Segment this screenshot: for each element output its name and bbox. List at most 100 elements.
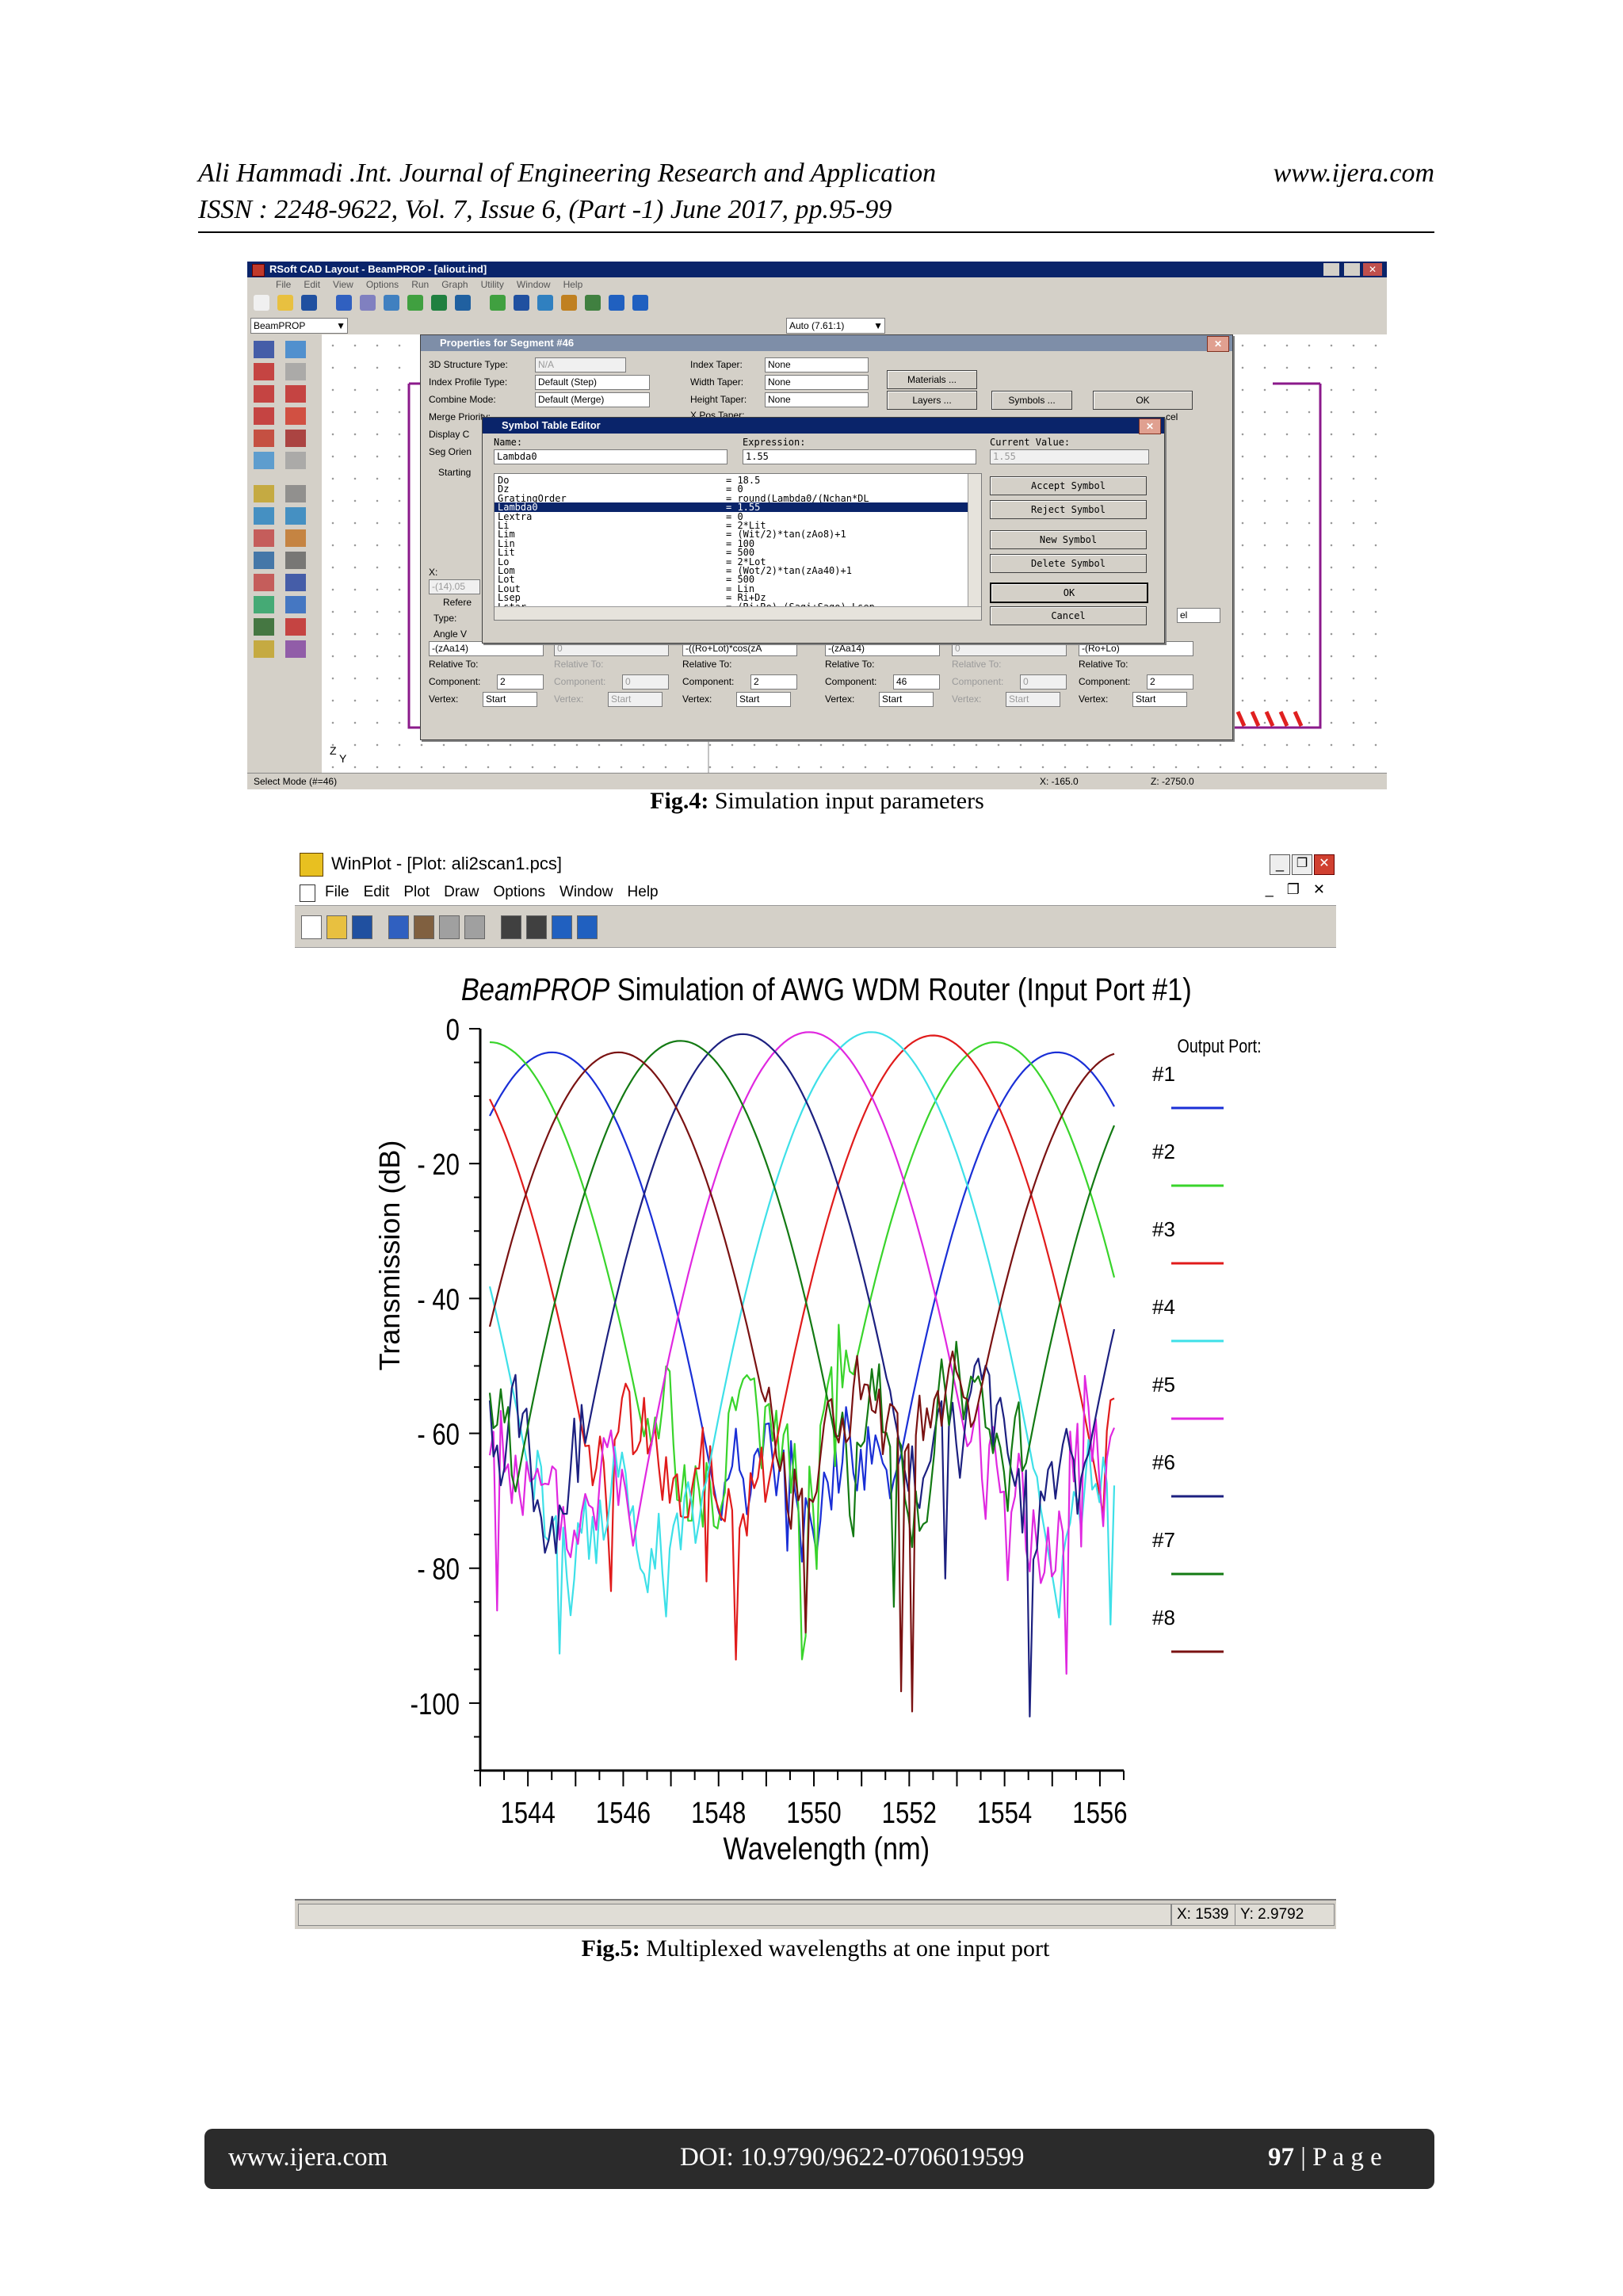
toolbar-button-icon[interactable]	[277, 295, 293, 311]
palette-tool-icon[interactable]	[285, 385, 306, 403]
structure-type-select[interactable]: N/A	[535, 357, 626, 372]
palette-tool-icon[interactable]	[285, 485, 306, 502]
symbol-list[interactable]: Do = 18.5 Dz = 0 GratingOrder = round(Lambda0…	[494, 473, 982, 621]
toolbar-button-icon[interactable]	[585, 295, 601, 311]
toolbar-button-icon[interactable]	[352, 915, 372, 939]
mdi-controls[interactable]: _ ❐ ✕	[1266, 881, 1330, 898]
layers-button[interactable]: Layers ...	[887, 391, 977, 410]
menu-options[interactable]: Options	[366, 279, 399, 290]
palette-tool-icon[interactable]	[254, 485, 274, 502]
toolbar-button-icon[interactable]	[464, 915, 485, 939]
horizontal-scrollbar[interactable]	[495, 606, 981, 620]
toolbar-button-icon[interactable]	[537, 295, 553, 311]
palette-tool-icon[interactable]	[254, 407, 274, 425]
toolbar-button-icon[interactable]	[384, 295, 399, 311]
component-input[interactable]: 2	[1147, 674, 1193, 690]
menu-file[interactable]: File	[276, 279, 291, 290]
toolbar-button-icon[interactable]	[609, 295, 624, 311]
component-input[interactable]: 0	[622, 674, 669, 690]
vertex-select[interactable]: Start	[608, 692, 663, 707]
palette-tool-icon[interactable]	[285, 618, 306, 636]
menu-graph[interactable]: Graph	[441, 279, 468, 290]
toolbar-button-icon[interactable]	[254, 295, 269, 311]
component-input[interactable]: 2	[750, 674, 797, 690]
expression-input[interactable]: 1.55	[743, 449, 976, 464]
width-taper-select[interactable]: None	[765, 375, 869, 390]
program-select[interactable]: BeamPROP ▼	[250, 318, 348, 334]
palette-tool-icon[interactable]	[254, 640, 274, 658]
toolbar-button-icon[interactable]	[439, 915, 460, 939]
reference-select[interactable]: el	[1177, 608, 1220, 623]
menu-plot[interactable]: Plot	[403, 884, 430, 900]
palette-tool-icon[interactable]	[285, 341, 306, 358]
close-icon[interactable]: ✕	[1314, 854, 1335, 875]
palette-tool-icon[interactable]	[285, 552, 306, 569]
palette-tool-icon[interactable]	[254, 341, 274, 358]
palette-tool-icon[interactable]	[285, 640, 306, 658]
reject-symbol-button[interactable]: Reject Symbol	[990, 500, 1147, 519]
menu-utility[interactable]: Utility	[481, 279, 504, 290]
palette-tool-icon[interactable]	[285, 363, 306, 380]
name-input[interactable]: Lambda0	[494, 449, 727, 464]
palette-tool-icon[interactable]	[285, 507, 306, 525]
symbols-button[interactable]: Symbols ...	[991, 391, 1072, 410]
new-symbol-button[interactable]: New Symbol	[990, 530, 1147, 549]
toolbar-button-icon[interactable]	[561, 295, 577, 311]
minimize-icon[interactable]	[1323, 263, 1339, 276]
menu-view[interactable]: View	[333, 279, 353, 290]
palette-tool-icon[interactable]	[254, 385, 274, 403]
symbol-cancel-button[interactable]: Cancel	[990, 606, 1147, 625]
palette-tool-icon[interactable]	[254, 507, 274, 525]
palette-tool-icon[interactable]	[285, 596, 306, 613]
symbol-ok-button[interactable]: OK	[990, 583, 1148, 603]
maximize-icon[interactable]	[1344, 263, 1360, 276]
height-taper-select[interactable]: None	[765, 392, 869, 407]
toolbar-button-icon[interactable]	[360, 295, 376, 311]
component-input[interactable]: 0	[1020, 674, 1067, 690]
palette-tool-icon[interactable]	[254, 596, 274, 613]
menu-edit[interactable]: Edit	[364, 884, 390, 900]
close-icon[interactable]: ✕	[1207, 336, 1229, 352]
menu-window[interactable]: Window	[517, 279, 551, 290]
palette-tool-icon[interactable]	[254, 552, 274, 569]
profile-type-select[interactable]: Default (Step)	[535, 375, 650, 390]
restore-icon[interactable]: ❐	[1292, 854, 1312, 875]
toolbar-button-icon[interactable]	[388, 915, 409, 939]
accept-symbol-button[interactable]: Accept Symbol	[990, 476, 1147, 495]
palette-tool-icon[interactable]	[254, 430, 274, 447]
toolbar-button-icon[interactable]	[407, 295, 423, 311]
ok-button[interactable]: OK	[1093, 391, 1193, 410]
toolbar-button-icon[interactable]	[490, 295, 506, 311]
palette-tool-icon[interactable]	[254, 452, 274, 469]
toolbar-button-icon[interactable]	[327, 915, 347, 939]
toolbar-button-icon[interactable]	[301, 295, 317, 311]
menu-help[interactable]: Help	[628, 884, 659, 900]
vertex-select[interactable]: Start	[736, 692, 791, 707]
menu-window[interactable]: Window	[559, 884, 613, 900]
combine-mode-select[interactable]: Default (Merge)	[535, 392, 650, 407]
palette-tool-icon[interactable]	[285, 452, 306, 469]
palette-tool-icon[interactable]	[254, 618, 274, 636]
vertex-select[interactable]: Start	[1006, 692, 1060, 707]
menu-run[interactable]: Run	[411, 279, 429, 290]
palette-tool-icon[interactable]	[254, 574, 274, 591]
close-icon[interactable]: ✕	[1139, 418, 1161, 434]
toolbar-button-icon[interactable]	[336, 295, 352, 311]
delete-symbol-button[interactable]: Delete Symbol	[990, 554, 1147, 573]
materials-button[interactable]: Materials ...	[887, 370, 977, 389]
index-taper-select[interactable]: None	[765, 357, 869, 372]
toolbar-button-icon[interactable]	[501, 915, 521, 939]
minimize-icon[interactable]: _	[1270, 854, 1290, 875]
menu-file[interactable]: File	[325, 884, 349, 900]
toolbar-button-icon[interactable]	[552, 915, 572, 939]
palette-tool-icon[interactable]	[285, 529, 306, 547]
vertex-select[interactable]: Start	[879, 692, 934, 707]
toolbar-button-icon[interactable]	[455, 295, 471, 311]
palette-tool-icon[interactable]	[254, 363, 274, 380]
toolbar-button-icon[interactable]	[431, 295, 447, 311]
toolbar-button-icon[interactable]	[301, 915, 322, 939]
cancel-button-partial[interactable]: cel	[1166, 411, 1178, 422]
palette-tool-icon[interactable]	[254, 529, 274, 547]
menu-draw[interactable]: Draw	[444, 884, 479, 900]
component-input[interactable]: 2	[497, 674, 544, 690]
